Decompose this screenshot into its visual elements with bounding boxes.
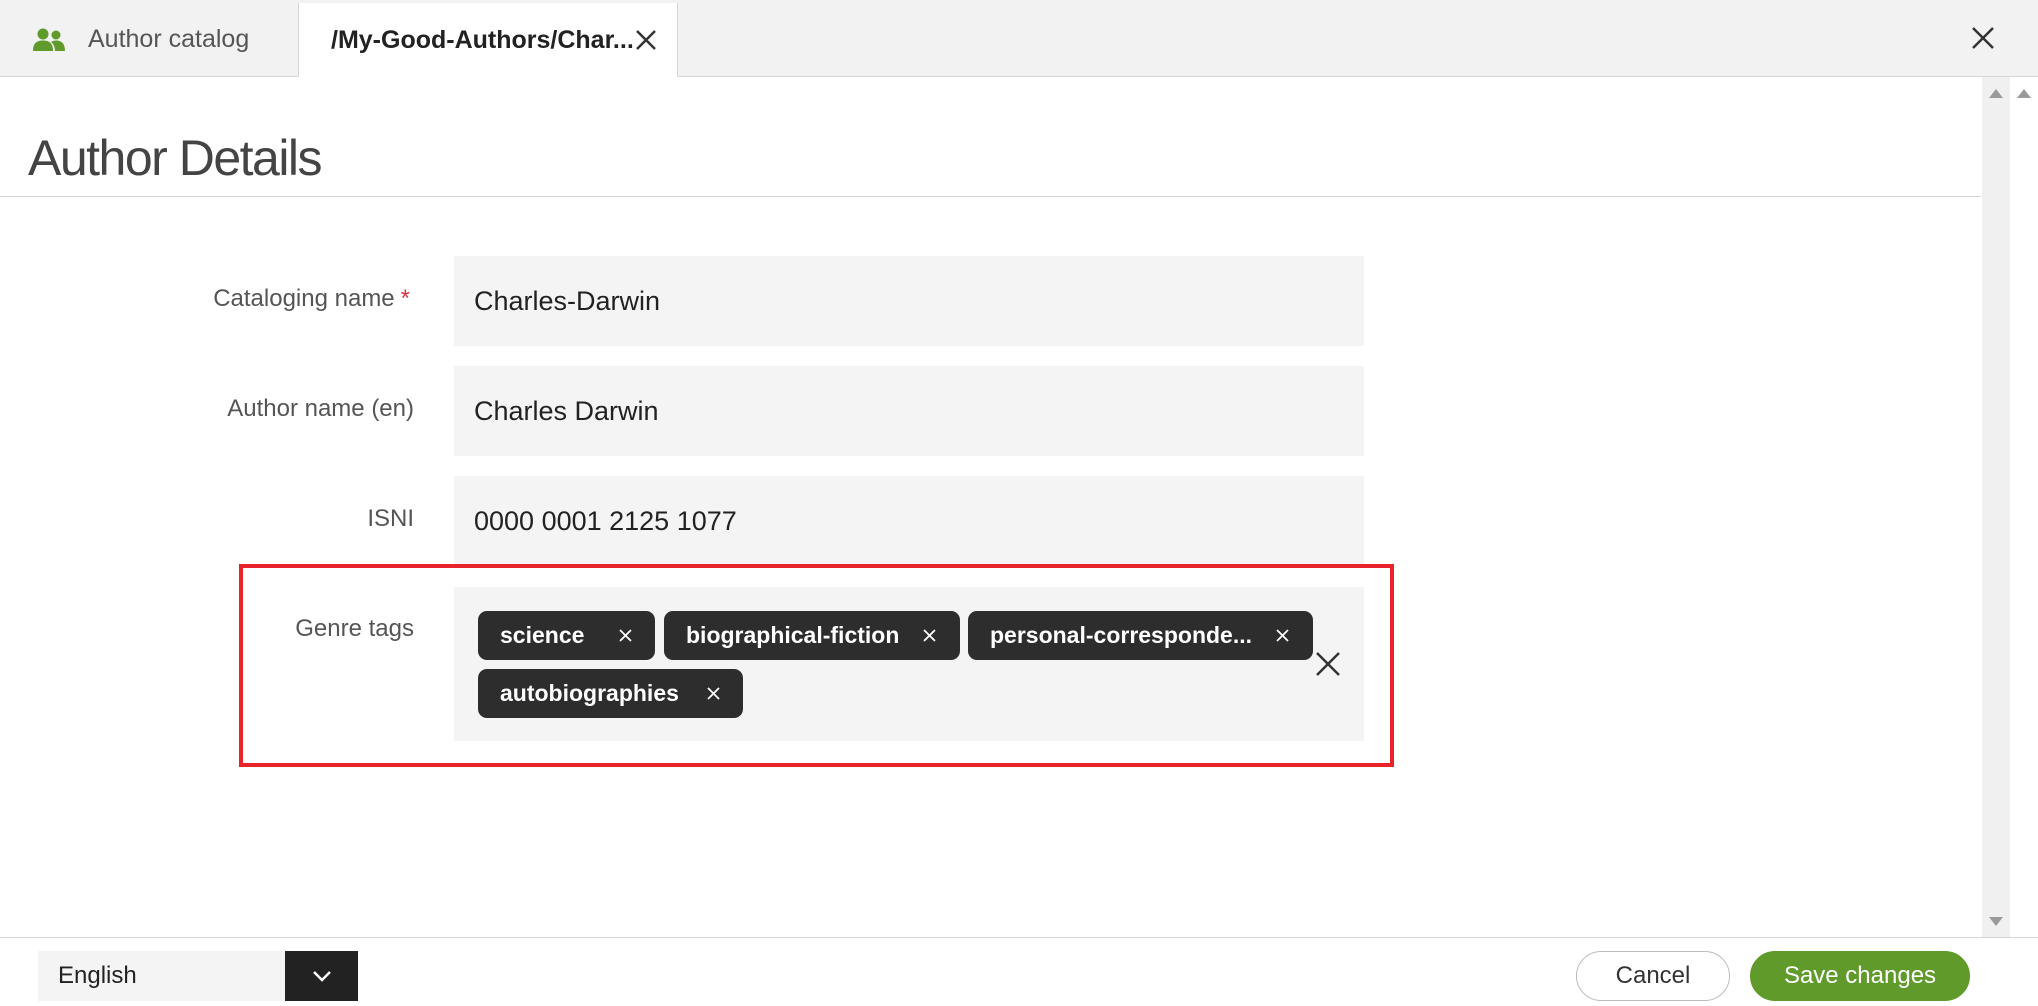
cataloging-name-label-text: Cataloging name <box>213 285 395 312</box>
genre-tags-input[interactable]: science biographical-fiction personal-co… <box>454 587 1364 741</box>
tag-remove-icon[interactable] <box>1275 628 1290 643</box>
scroll-down-icon[interactable] <box>1989 917 2003 926</box>
language-select[interactable]: English <box>38 951 358 1001</box>
cataloging-name-input[interactable]: Charles-Darwin <box>454 256 1364 346</box>
language-value: English <box>58 962 137 989</box>
page-title: Author Details <box>28 130 323 186</box>
tag-remove-icon[interactable] <box>922 628 937 643</box>
isni-value: 0000 0001 2125 1077 <box>474 505 737 536</box>
tab-author-catalog-label: Author catalog <box>88 25 250 53</box>
tag-chip: personal-corresponde... <box>968 611 1313 660</box>
tab-bar: Author catalog /My-Good-Authors/Char... <box>0 0 2038 77</box>
tag-label: personal-corresponde... <box>990 622 1253 648</box>
isni-label: ISNI <box>367 505 414 532</box>
save-changes-button[interactable]: Save changes <box>1750 951 1970 1001</box>
scrollbar[interactable] <box>1982 77 2010 937</box>
author-name-label: Author name (en) <box>227 395 414 422</box>
tab-close-icon[interactable] <box>633 27 659 53</box>
clear-tags-icon[interactable] <box>1314 650 1342 678</box>
required-marker: * <box>400 285 410 312</box>
tag-chip: biographical-fiction <box>664 611 960 660</box>
chevron-down-icon <box>312 971 331 982</box>
cancel-button[interactable]: Cancel <box>1576 951 1730 1001</box>
author-name-value: Charles Darwin <box>474 395 659 426</box>
isni-input[interactable]: 0000 0001 2125 1077 <box>454 476 1364 566</box>
language-dropdown-button[interactable] <box>285 951 358 1001</box>
tag-label: science <box>500 622 585 648</box>
tag-remove-icon[interactable] <box>706 686 721 701</box>
genre-tags-label: Genre tags <box>295 615 414 642</box>
scroll-up-icon[interactable] <box>1989 89 2003 98</box>
cataloging-name-value: Charles-Darwin <box>474 285 661 316</box>
tag-label: autobiographies <box>500 680 679 706</box>
page-header: Author Details <box>0 77 1981 197</box>
tag-chip: science <box>478 611 655 660</box>
cataloging-name-label: Cataloging name * <box>50 285 410 313</box>
close-icon[interactable] <box>1970 25 1996 51</box>
author-name-input[interactable]: Charles Darwin <box>454 366 1364 456</box>
tab-author-record[interactable]: /My-Good-Authors/Char... <box>298 3 678 77</box>
people-icon <box>33 28 65 51</box>
outer-scrollbar[interactable] <box>2011 77 2038 1006</box>
tag-remove-icon[interactable] <box>618 628 633 643</box>
tag-label: biographical-fiction <box>686 622 900 648</box>
tab-author-record-label: /My-Good-Authors/Char... <box>331 25 634 54</box>
outer-scroll-up-icon[interactable] <box>2017 89 2031 98</box>
tag-chip: autobiographies <box>478 669 743 718</box>
app-window: Author catalog /My-Good-Authors/Char... … <box>0 0 2038 1006</box>
footer-bar: English Cancel Save changes <box>0 937 2038 1006</box>
tab-author-catalog[interactable]: Author catalog <box>0 3 297 76</box>
